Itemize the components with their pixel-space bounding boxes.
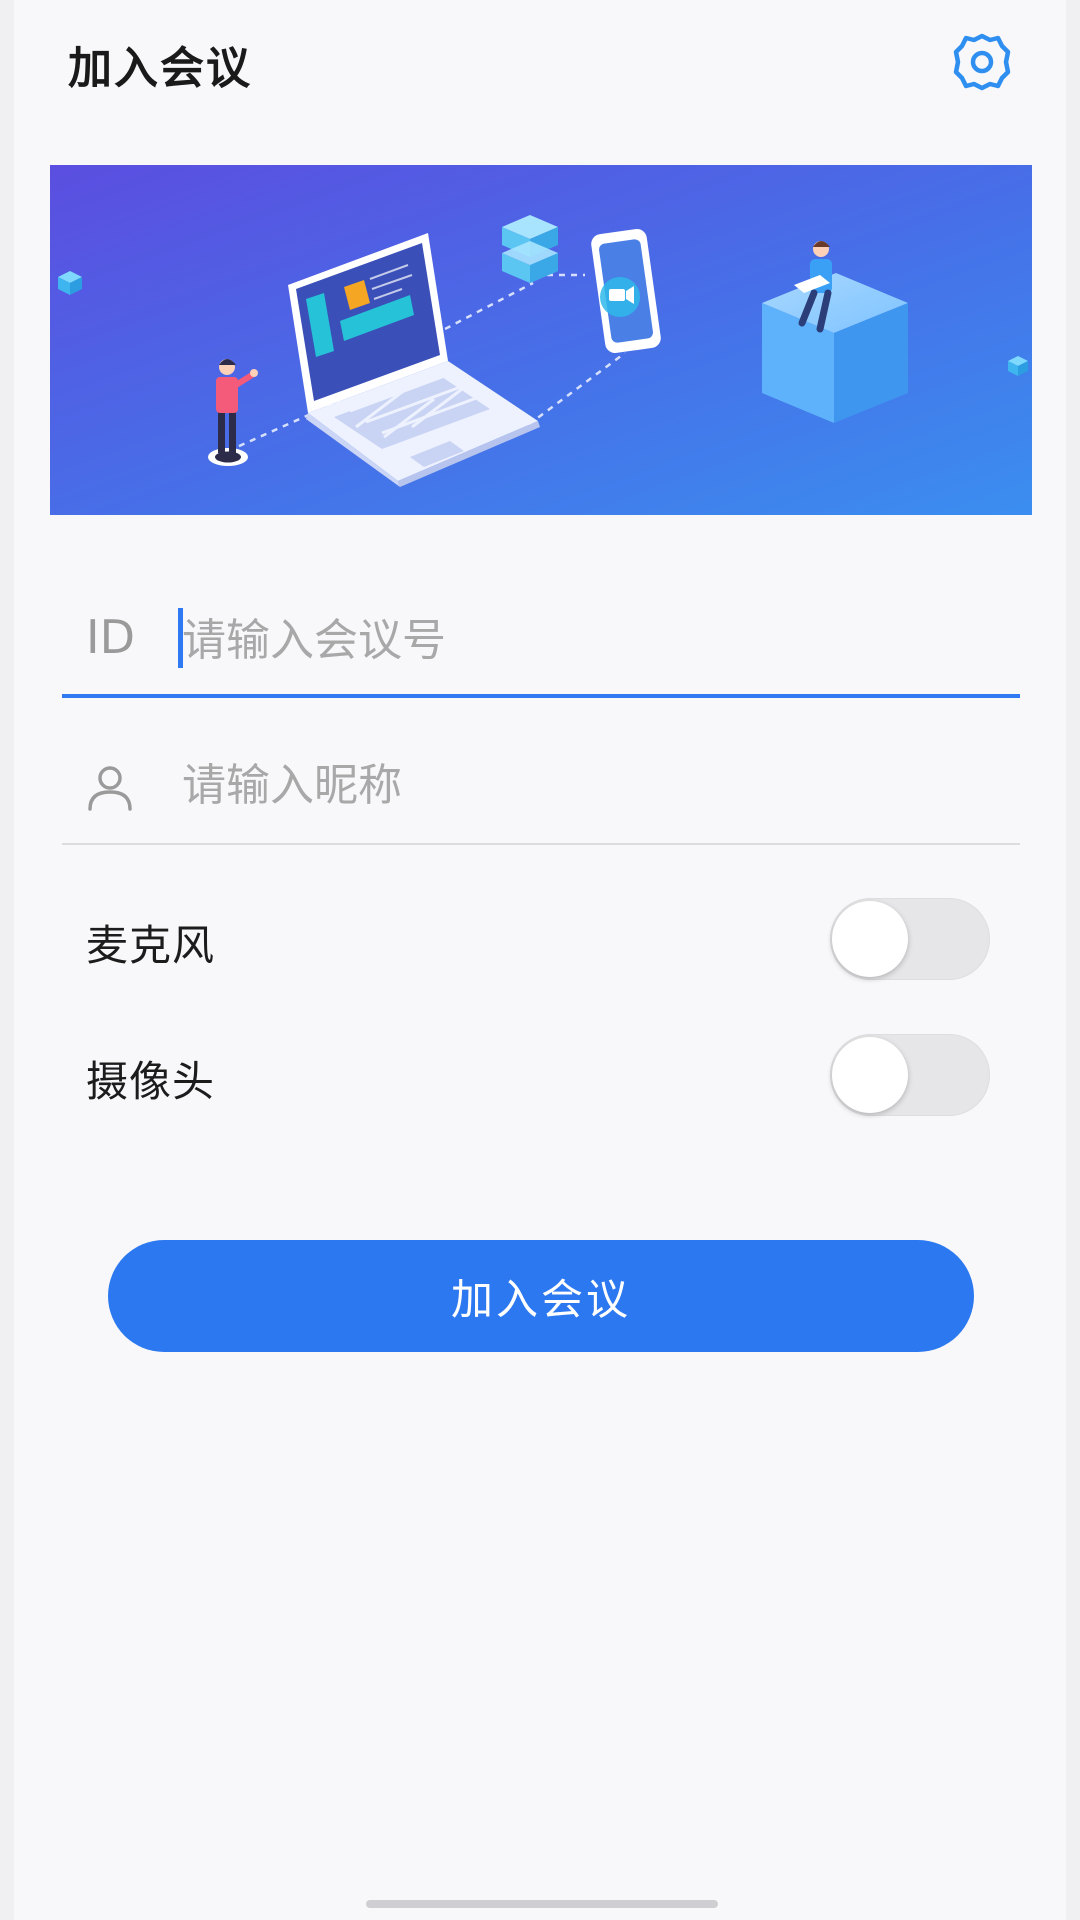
toggle-knob [832,901,908,977]
join-meeting-button[interactable]: 加入会议 [108,1240,974,1352]
page-title: 加入会议 [68,43,252,94]
gear-icon[interactable] [950,30,1014,94]
toggle-knob [832,1037,908,1113]
camera-label: 摄像头 [86,1057,216,1106]
id-label: ID [86,610,135,664]
camera-toggle[interactable] [830,1034,990,1116]
nickname-input[interactable] [182,745,982,825]
header: 加入会议 [0,0,1080,130]
microphone-toggle[interactable] [830,898,990,980]
conference-illustration-banner [50,165,1032,515]
join-meeting-screen: 加入会议 ID 请输入会议号 请输入昵称 麦克风 摄像头 加入会议 [0,0,1080,1920]
home-indicator[interactable] [366,1900,718,1908]
nickname-field [62,723,1020,845]
meeting-id-input[interactable] [182,600,982,680]
user-icon [84,761,136,813]
microphone-label: 麦克风 [86,921,216,970]
microphone-row: 麦克风 [62,888,1020,988]
screen-edge-right [1066,0,1080,1920]
screen-edge-left [0,0,14,1920]
meeting-id-field: ID [62,578,1020,698]
camera-row: 摄像头 [62,1024,1020,1124]
